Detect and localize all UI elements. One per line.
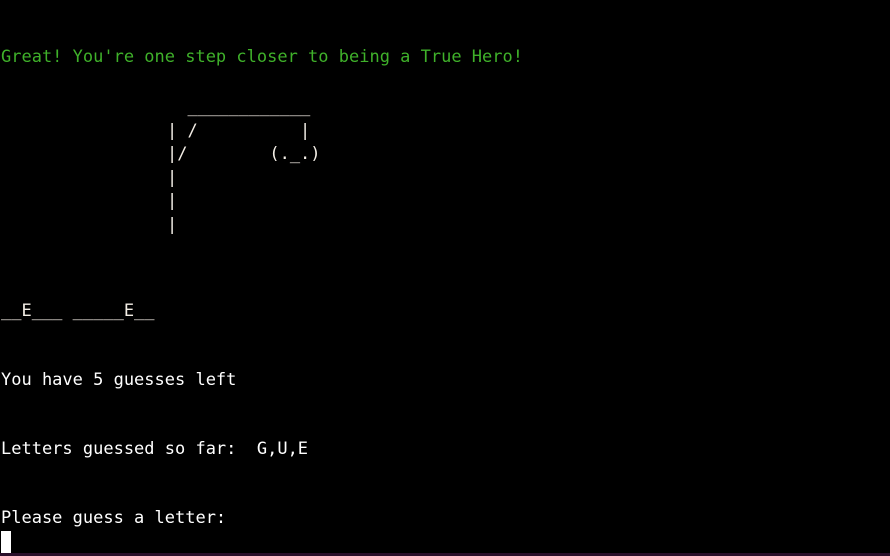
hangman-gallows-art: ____________ | / | |/ (._.) | | | bbox=[167, 96, 321, 237]
gallows-top-beam: ____________ bbox=[167, 97, 311, 117]
guesses-left-text: You have 5 guesses left bbox=[1, 370, 237, 390]
text-cursor[interactable] bbox=[1, 531, 11, 553]
success-message: Great! You're one step closer to being a… bbox=[1, 47, 523, 67]
gallows-brace: | / | bbox=[167, 120, 311, 141]
letters-guessed-text: Letters guessed so far: G,U,E bbox=[1, 439, 309, 459]
gallows-post: | bbox=[167, 167, 178, 188]
guess-prompt: Please guess a letter: bbox=[1, 508, 227, 528]
gallows-post: | bbox=[167, 214, 178, 235]
word-display: __E___ _____E__ bbox=[1, 301, 155, 321]
gallows-head: |/ (._.) bbox=[167, 144, 321, 164]
terminal-window[interactable]: Great! You're one step closer to being a… bbox=[0, 0, 890, 556]
gallows-post: | bbox=[167, 191, 178, 211]
